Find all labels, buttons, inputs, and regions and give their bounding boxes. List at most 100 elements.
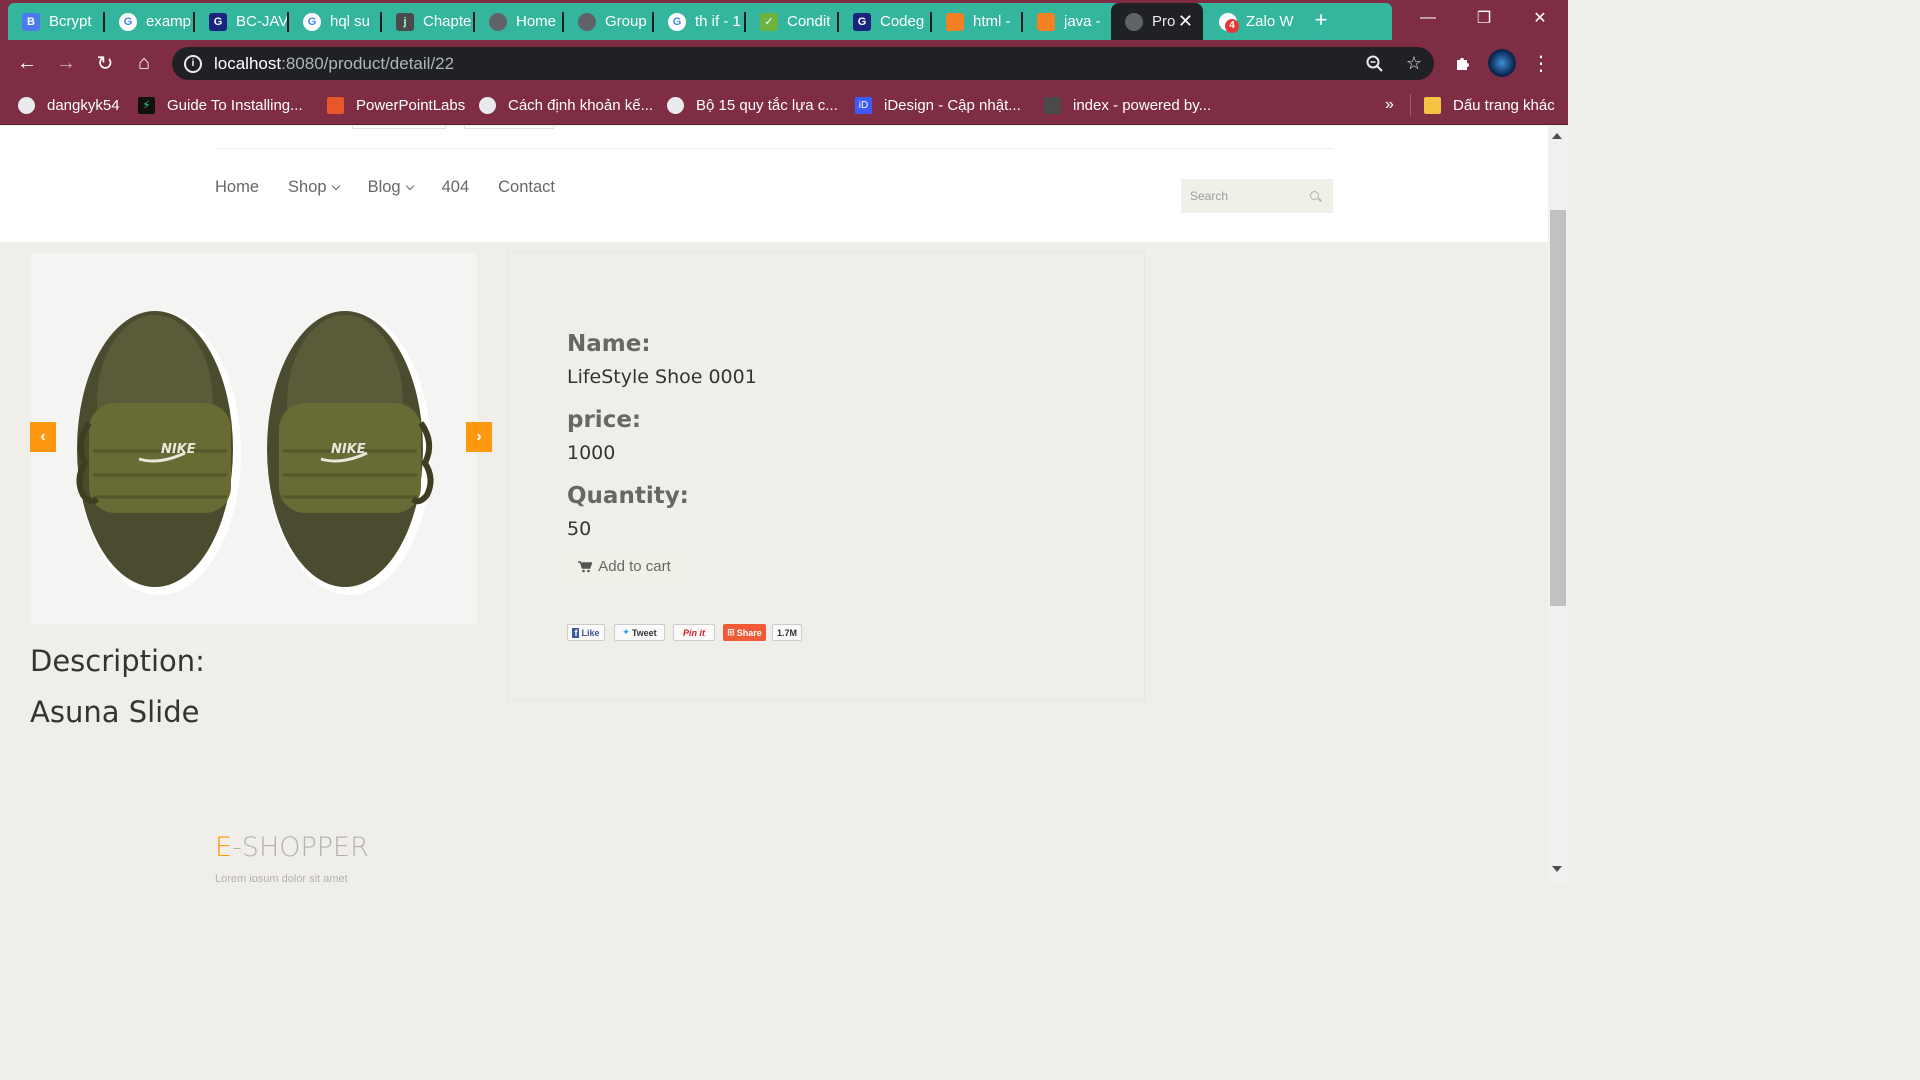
- bookmark-item[interactable]: ⚡ Guide To Installing...: [138, 94, 303, 116]
- tab-product-active[interactable]: Pro ✕: [1111, 3, 1203, 40]
- tab-bc-java[interactable]: G BC-JAV: [195, 3, 287, 40]
- tab-th-if[interactable]: G th if - 1: [654, 3, 744, 40]
- tab-group-page[interactable]: Group: [564, 3, 652, 40]
- jboss-icon: j: [396, 12, 414, 31]
- bookmark-item[interactable]: iD iDesign - Cập nhật...: [855, 94, 1021, 116]
- tab-chapter[interactable]: j Chapte: [382, 3, 473, 40]
- zalo-icon: 4: [1219, 12, 1239, 33]
- bookmarks-bar: dangkyk54 ⚡ Guide To Installing... Power…: [0, 85, 1568, 125]
- scroll-down-icon[interactable]: [1552, 866, 1562, 872]
- add-to-cart-button[interactable]: Add to cart: [567, 550, 682, 583]
- other-bookmarks[interactable]: Dấu trang khác: [1424, 94, 1555, 116]
- zoom-icon[interactable]: [1366, 47, 1384, 80]
- extensions-icon[interactable]: [1448, 48, 1478, 78]
- forward-button[interactable]: →: [51, 48, 81, 78]
- globe-icon: [18, 96, 35, 114]
- tab-zalo[interactable]: 4 Zalo W: [1205, 3, 1297, 40]
- idesign-icon: iD: [855, 96, 872, 114]
- bookmark-star-icon[interactable]: ☆: [1406, 47, 1422, 80]
- carousel-next-button[interactable]: ›: [466, 422, 492, 452]
- globe-icon: [1125, 12, 1143, 31]
- bookmark-item[interactable]: index - powered by...: [1044, 94, 1211, 116]
- url-path: :8080/product/detail/22: [281, 53, 455, 73]
- tab-strip: B Bcrypt G examp G BC-JAV G hql su j Cha…: [0, 0, 1568, 40]
- globe-icon: [667, 96, 684, 114]
- description-value: Asuna Slide: [30, 695, 200, 729]
- facebook-icon: f: [572, 627, 580, 638]
- back-button[interactable]: ←: [12, 48, 42, 78]
- folder-icon: [1424, 96, 1441, 114]
- tab-codegym[interactable]: G Codeg: [839, 3, 930, 40]
- scrollbar-thumb[interactable]: [1550, 210, 1566, 606]
- reload-button[interactable]: ↻: [90, 48, 120, 78]
- header-divider: [215, 148, 1333, 149]
- minimize-button[interactable]: —: [1400, 0, 1456, 36]
- stackoverflow-icon: [1037, 12, 1055, 31]
- carousel-prev-button[interactable]: ‹: [30, 422, 56, 452]
- footer-logo[interactable]: E-SHOPPER: [215, 832, 369, 863]
- folder-icon: [1044, 96, 1061, 114]
- quantity-label: Quantity:: [567, 483, 689, 509]
- spring-icon: ✓: [760, 12, 778, 31]
- pinterest-button[interactable]: Pin it: [673, 624, 715, 641]
- name-label: Name:: [567, 331, 651, 357]
- facebook-like-button[interactable]: f Like: [567, 624, 605, 641]
- product-info-panel: Name: LifeStyle Shoe 0001 price: 1000 Qu…: [507, 252, 1145, 701]
- product-price: 1000: [567, 442, 616, 464]
- nav-shop[interactable]: Shop: [288, 178, 340, 197]
- twitter-icon: ✦: [622, 627, 630, 637]
- nav-home[interactable]: Home: [215, 178, 259, 197]
- footer-tagline: Lorem ipsum dolor sit amet: [215, 873, 348, 882]
- bookmark-item[interactable]: Bộ 15 quy tắc lựa c...: [667, 94, 838, 116]
- tab-bcrypt[interactable]: B Bcrypt: [8, 3, 105, 40]
- tab-java[interactable]: java -: [1023, 3, 1110, 40]
- new-tab-button[interactable]: +: [1306, 5, 1336, 35]
- share-button[interactable]: ⊞ Share: [723, 624, 766, 641]
- google-icon: G: [119, 12, 137, 31]
- search-icon[interactable]: [1310, 191, 1319, 200]
- tab-hql[interactable]: G hql su: [289, 3, 380, 40]
- zap-icon: ⚡: [138, 96, 155, 114]
- tab-conditional[interactable]: ✓ Condit: [746, 3, 837, 40]
- tab-home[interactable]: Home: [475, 3, 562, 40]
- site-header: Home Shop Blog 404 Contact Search: [0, 126, 1548, 242]
- main-nav: Home Shop Blog 404 Contact: [215, 178, 584, 197]
- restore-button[interactable]: ❐: [1456, 0, 1512, 36]
- scroll-up-icon[interactable]: [1552, 133, 1562, 139]
- home-button[interactable]: ⌂: [129, 48, 159, 78]
- close-window-button[interactable]: ✕: [1512, 0, 1568, 36]
- nav-404[interactable]: 404: [442, 178, 470, 197]
- bookmark-item[interactable]: Cách định khoản kế...: [479, 94, 653, 116]
- powerpoint-icon: [327, 96, 344, 114]
- tweet-button[interactable]: ✦ Tweet: [614, 624, 665, 641]
- tab-html[interactable]: html -: [932, 3, 1021, 40]
- chevron-down-icon: [405, 181, 414, 190]
- description-label: Description:: [30, 644, 205, 678]
- share-count: 1.7M: [772, 624, 802, 641]
- menu-kebab-icon[interactable]: ⋮: [1526, 48, 1556, 78]
- header-button-edge: [352, 126, 446, 129]
- globe-icon: [489, 12, 507, 31]
- search-input[interactable]: Search: [1181, 179, 1333, 213]
- bookmark-item[interactable]: dangkyk54: [18, 94, 120, 116]
- codegym-icon: G: [853, 12, 871, 31]
- address-bar[interactable]: i localhost:8080/product/detail/22 ☆: [172, 47, 1434, 80]
- bootstrap-icon: B: [22, 12, 40, 31]
- site-info-icon[interactable]: i: [184, 54, 202, 73]
- globe-icon: [479, 96, 496, 114]
- product-name: LifeStyle Shoe 0001: [567, 366, 757, 388]
- google-icon: G: [668, 12, 686, 31]
- stackoverflow-icon: [946, 12, 964, 31]
- bookmark-item[interactable]: PowerPointLabs: [327, 94, 465, 116]
- tab-group: B Bcrypt G examp G BC-JAV G hql su j Cha…: [8, 3, 1392, 40]
- bookmarks-divider: [1410, 94, 1411, 116]
- close-tab-icon[interactable]: ✕: [1178, 11, 1193, 32]
- profile-avatar[interactable]: [1487, 48, 1517, 78]
- search-placeholder: Search: [1190, 189, 1229, 203]
- globe-icon: [578, 12, 596, 31]
- codegym-icon: G: [209, 12, 227, 31]
- nav-blog[interactable]: Blog: [368, 178, 414, 197]
- nav-contact[interactable]: Contact: [498, 178, 555, 197]
- bookmarks-overflow-button[interactable]: »: [1385, 94, 1394, 116]
- tab-example[interactable]: G examp: [105, 3, 193, 40]
